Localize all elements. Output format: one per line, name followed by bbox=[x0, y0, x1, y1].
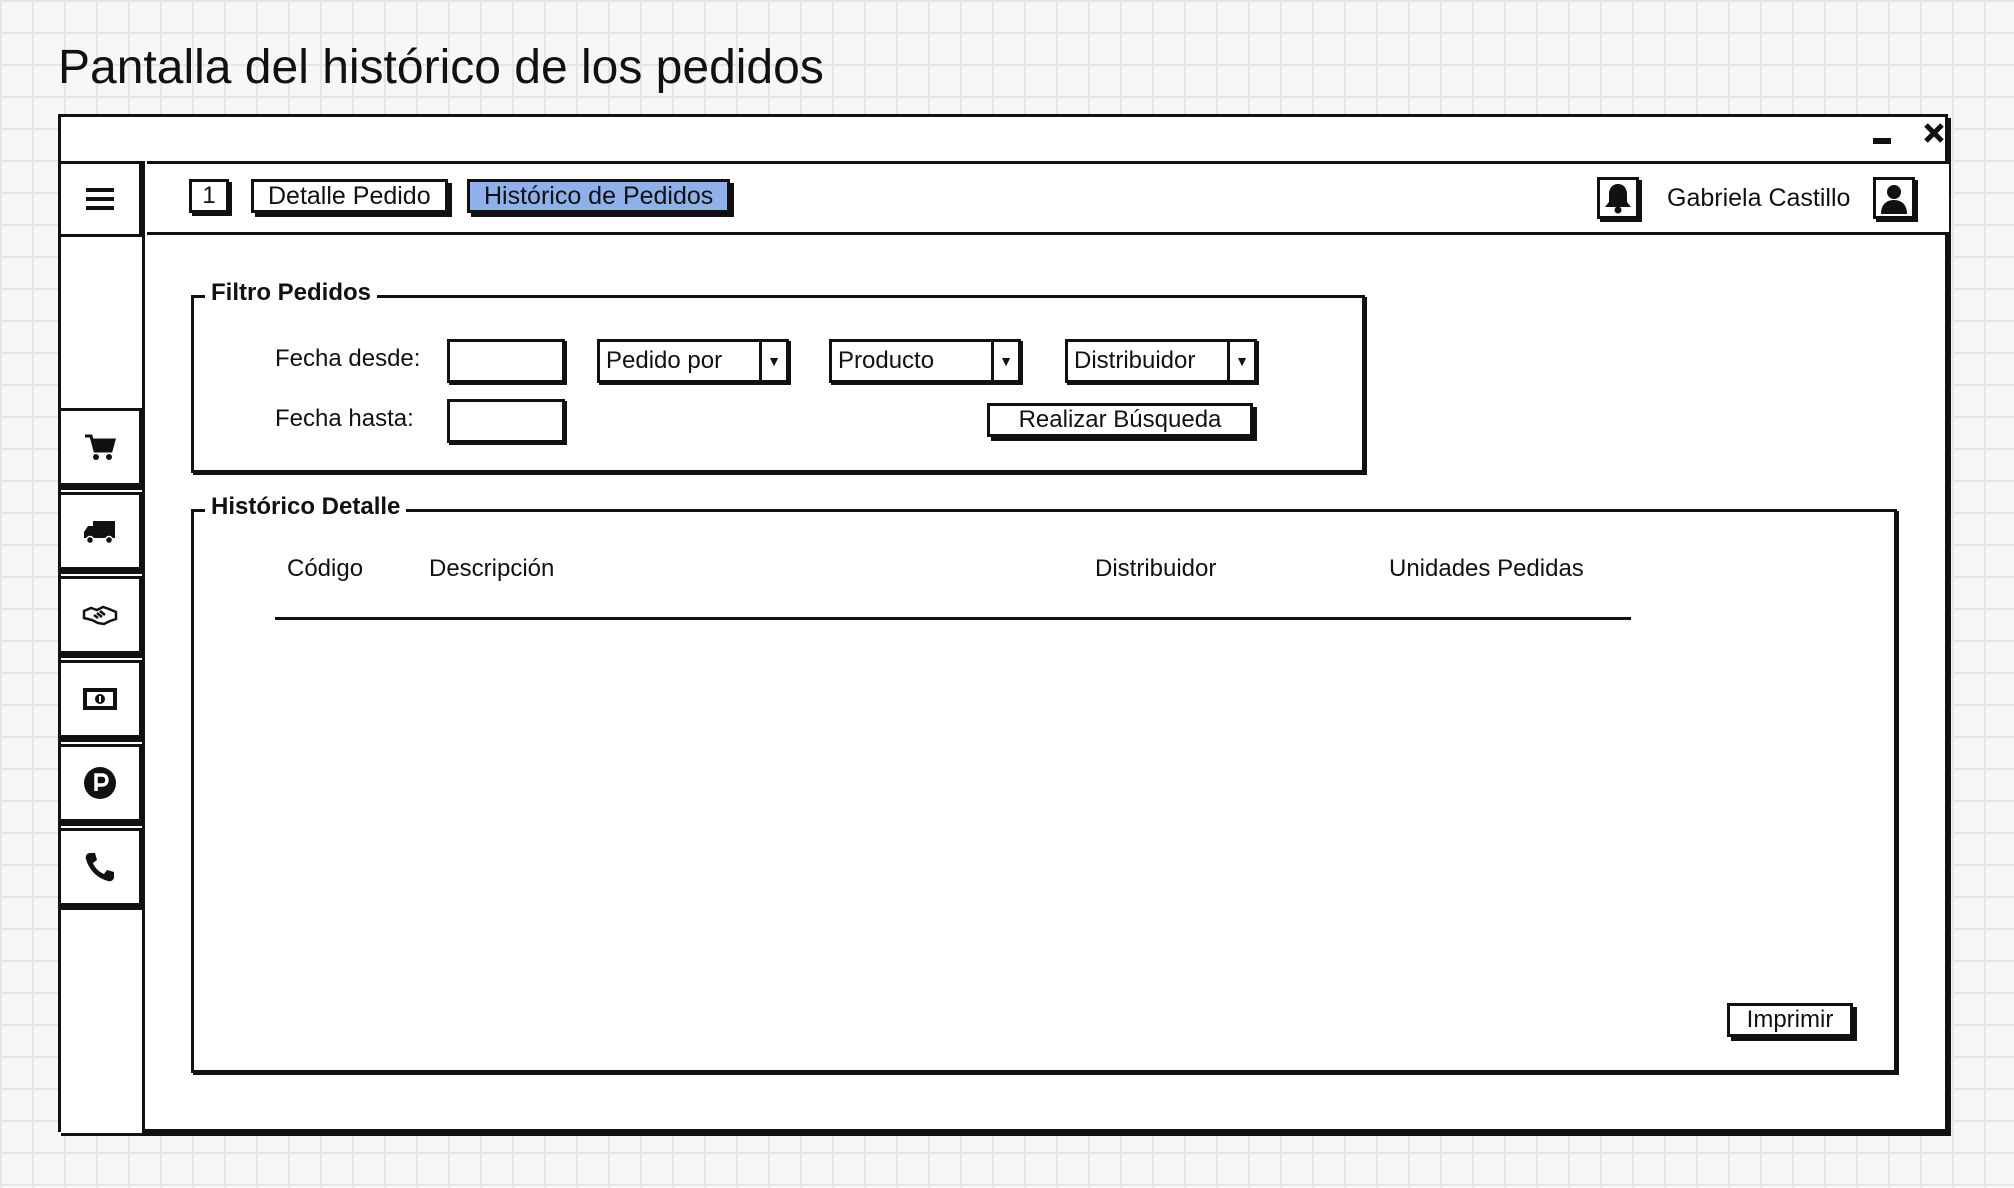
chevron-down-icon: ▼ bbox=[1227, 342, 1254, 380]
sidebar-item-payments[interactable] bbox=[58, 660, 142, 738]
sidebar-item-cart[interactable] bbox=[58, 408, 142, 486]
truck-icon bbox=[84, 521, 115, 545]
pedido-por-value: Pedido por bbox=[606, 347, 723, 374]
column-header-descripcion[interactable]: Descripción bbox=[429, 555, 554, 583]
column-header-unidades-pedidas[interactable]: Unidades Pedidas bbox=[1389, 555, 1584, 583]
tab-historico-pedidos[interactable]: Histórico de Pedidos bbox=[467, 179, 731, 213]
distribuidor-select[interactable]: Distribuidor ▼ bbox=[1065, 339, 1257, 383]
chevron-down-icon: ▼ bbox=[759, 342, 786, 380]
pedido-por-select[interactable]: Pedido por ▼ bbox=[597, 339, 789, 383]
sidebar-item-parking[interactable] bbox=[58, 744, 142, 822]
hamburger-menu-icon bbox=[86, 188, 114, 210]
close-icon[interactable] bbox=[1923, 121, 1945, 149]
history-legend: Histórico Detalle bbox=[205, 493, 407, 521]
cart-icon bbox=[85, 434, 116, 460]
parking-icon bbox=[84, 767, 116, 799]
distribuidor-value: Distribuidor bbox=[1074, 347, 1196, 374]
notifications-button[interactable] bbox=[1597, 177, 1639, 219]
counter-badge: 1 bbox=[189, 179, 229, 213]
sidebar bbox=[58, 161, 145, 1133]
filter-panel bbox=[191, 295, 1365, 473]
page-title: Pantalla del histórico de los pedidos bbox=[58, 41, 824, 94]
fecha-desde-label: Fecha desde: bbox=[275, 345, 421, 372]
money-icon bbox=[83, 688, 117, 710]
avatar[interactable] bbox=[1873, 177, 1915, 219]
user-icon bbox=[1881, 185, 1907, 214]
chevron-down-icon: ▼ bbox=[991, 342, 1018, 380]
producto-select[interactable]: Producto ▼ bbox=[829, 339, 1021, 383]
sidebar-item-contact[interactable] bbox=[58, 828, 142, 906]
tab-detalle-pedido[interactable]: Detalle Pedido bbox=[251, 179, 448, 213]
hamburger-menu-button[interactable] bbox=[58, 161, 142, 237]
bell-icon bbox=[1605, 184, 1631, 214]
search-button[interactable]: Realizar Búsqueda bbox=[987, 403, 1253, 437]
table-header-divider bbox=[275, 617, 1631, 620]
history-table-body bbox=[275, 623, 1631, 1043]
fecha-hasta-input[interactable] bbox=[447, 399, 565, 443]
sidebar-item-delivery[interactable] bbox=[58, 492, 142, 570]
app-window: 1 Detalle Pedido Histórico de Pedidos Ga… bbox=[58, 114, 1949, 1133]
print-button[interactable]: Imprimir bbox=[1727, 1003, 1853, 1037]
sidebar-item-deals[interactable] bbox=[58, 576, 142, 654]
fecha-desde-input[interactable] bbox=[447, 339, 565, 383]
minimize-icon[interactable] bbox=[1871, 123, 1893, 151]
producto-value: Producto bbox=[838, 347, 935, 374]
column-header-distribuidor[interactable]: Distribuidor bbox=[1095, 555, 1216, 583]
column-header-codigo[interactable]: Código bbox=[287, 555, 363, 583]
handshake-icon bbox=[82, 605, 118, 626]
user-name[interactable]: Gabriela Castillo bbox=[1667, 183, 1850, 213]
filter-legend: Filtro Pedidos bbox=[205, 279, 378, 307]
fecha-hasta-label: Fecha hasta: bbox=[275, 405, 414, 432]
phone-icon bbox=[85, 853, 114, 882]
